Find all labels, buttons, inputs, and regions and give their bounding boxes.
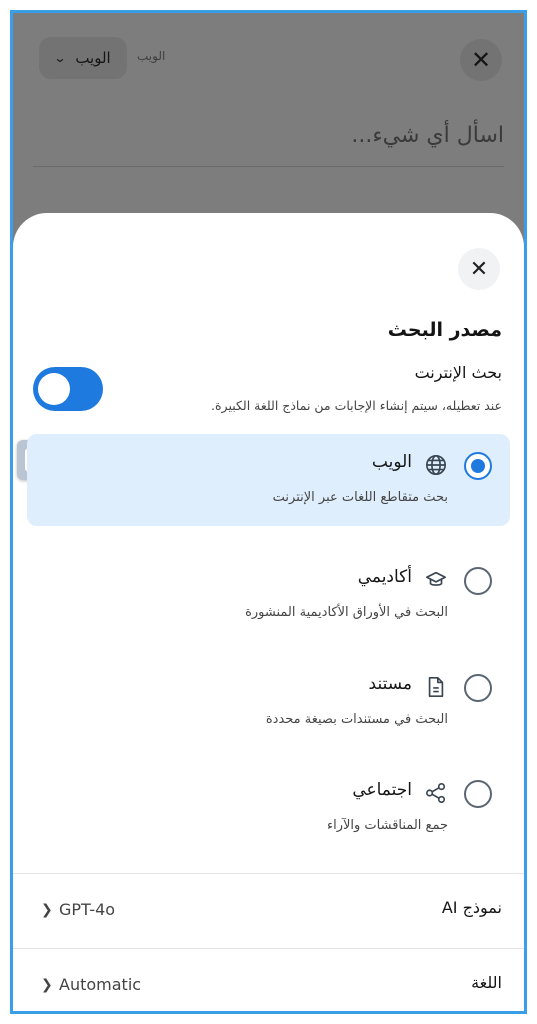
option-description: البحث في مستندات بصيغة محددة (265, 712, 448, 727)
chevron-down-icon: ⌄ (53, 51, 67, 65)
language-setting-row[interactable]: ❯ Automatic اللغة (13, 955, 524, 1011)
source-option-social[interactable]: اجتماعي جمع المناقشات والآراء (27, 762, 510, 854)
radio-document[interactable] (464, 674, 492, 702)
sheet-close-button[interactable]: ✕ (458, 248, 500, 290)
radio-web[interactable] (464, 452, 492, 480)
radio-academic[interactable] (464, 567, 492, 595)
source-option-academic[interactable]: أكاديمي البحث في الأوراق الأكاديمية المن… (27, 549, 510, 641)
graduation-cap-icon (424, 568, 448, 592)
source-option-web[interactable]: الويب بحث متقاطع اللغات عبر الإنترنت (27, 434, 510, 526)
option-description: جمع المناقشات والآراء (326, 818, 448, 833)
chevron-left-icon: ❯ (41, 902, 53, 918)
model-value: GPT-4o (59, 900, 116, 919)
document-icon (424, 675, 448, 699)
divider (13, 873, 524, 874)
model-label: نموذج AI (441, 898, 502, 917)
source-selector-label: الويب (75, 49, 111, 67)
app-frame: ⌄ الويب الويب ✕ اسأل أي شيء... ✕ مصدر ال… (10, 10, 527, 1014)
close-button[interactable]: ✕ (460, 39, 502, 81)
language-value: Automatic (59, 975, 142, 994)
option-label: اجتماعي (352, 780, 412, 800)
close-icon: ✕ (469, 256, 489, 282)
source-selector[interactable]: ⌄ الويب (39, 37, 127, 79)
search-source-sheet: ✕ مصدر البحث بحث الإنترنت عند تعطيله، سي… (13, 213, 524, 1011)
radio-social[interactable] (464, 780, 492, 808)
source-hint: الويب (137, 49, 166, 63)
model-setting-row[interactable]: ❯ GPT-4o نموذج AI (13, 880, 524, 938)
globe-icon (424, 453, 448, 477)
option-description: بحث متقاطع اللغات عبر الإنترنت (272, 490, 448, 505)
close-icon: ✕ (470, 46, 492, 74)
option-label: الويب (371, 452, 412, 472)
divider (13, 948, 524, 949)
share-network-icon (424, 781, 448, 805)
language-label: اللغة (471, 973, 502, 992)
option-description: البحث في الأوراق الأكاديمية المنشورة (245, 605, 448, 620)
toggle-knob (38, 373, 70, 405)
source-option-document[interactable]: مستند البحث في مستندات بصيغة محددة (27, 656, 510, 748)
web-search-toggle[interactable] (33, 367, 103, 411)
option-label: مستند (368, 674, 412, 694)
chevron-left-icon: ❯ (41, 977, 53, 993)
web-search-description: عند تعطيله، سيتم إنشاء الإجابات من نماذج… (211, 398, 502, 413)
option-label: أكاديمي (357, 567, 412, 587)
web-search-label: بحث الإنترنت (414, 363, 502, 382)
search-input[interactable]: اسأل أي شيء... (33, 109, 504, 167)
sheet-title: مصدر البحث (387, 319, 502, 341)
